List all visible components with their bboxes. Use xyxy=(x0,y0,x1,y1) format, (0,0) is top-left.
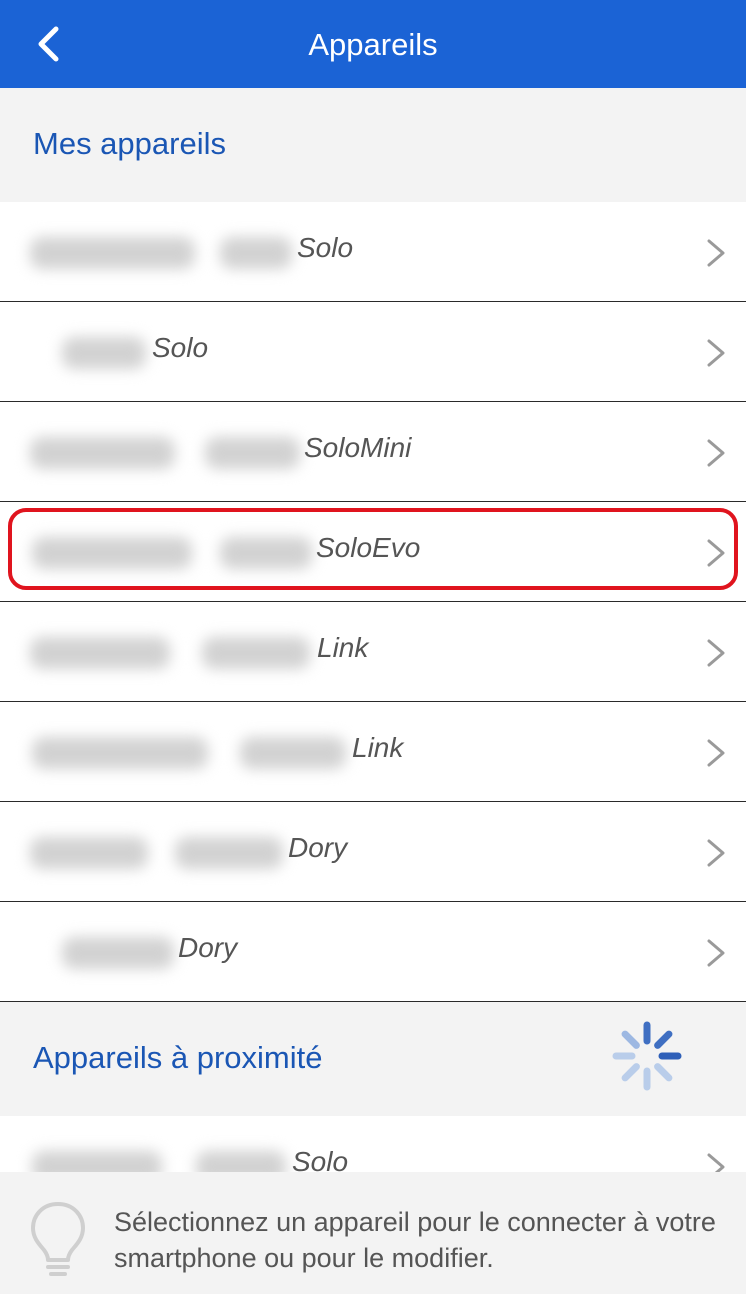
section-title-nearby-devices: Appareils à proximité xyxy=(33,1040,323,1075)
device-type: Solo xyxy=(152,332,209,363)
device-name-redacted xyxy=(30,437,175,469)
hint-text: Sélectionnez un appareil pour le connect… xyxy=(114,1207,716,1273)
device-serial-redacted xyxy=(220,237,292,269)
chevron-right-icon xyxy=(707,339,725,367)
chevron-right-icon xyxy=(707,639,725,667)
device-row[interactable]: Dory xyxy=(0,802,746,902)
section-title-my-devices: Mes appareils xyxy=(33,126,226,161)
header-bar: Appareils xyxy=(0,0,746,88)
device-row[interactable]: Link xyxy=(0,602,746,702)
device-serial-redacted xyxy=(202,637,310,669)
device-type: Link xyxy=(352,732,404,763)
device-row[interactable]: Link xyxy=(0,702,746,802)
loading-spinner-icon xyxy=(612,1021,682,1091)
device-name-redacted xyxy=(32,737,208,769)
device-row-selected[interactable]: SoloEvo xyxy=(0,502,746,602)
device-row[interactable]: SoloMini xyxy=(0,402,746,502)
lightbulb-icon xyxy=(31,1202,85,1276)
device-type: SoloEvo xyxy=(316,532,421,563)
device-serial-redacted xyxy=(220,537,312,569)
device-name-redacted xyxy=(30,237,195,269)
hint-footer: Sélectionnez un appareil pour le connect… xyxy=(0,1172,746,1294)
device-name-redacted xyxy=(32,537,192,569)
device-serial-redacted xyxy=(62,337,146,369)
chevron-right-icon xyxy=(707,239,725,267)
chevron-right-icon xyxy=(707,539,725,567)
device-type: SoloMini xyxy=(304,432,412,463)
device-serial-redacted xyxy=(175,837,283,869)
device-type: Solo xyxy=(297,232,354,263)
chevron-right-icon xyxy=(707,739,725,767)
chevron-right-icon xyxy=(707,939,725,967)
section-my-devices: Mes appareils xyxy=(0,88,746,202)
device-row[interactable]: Solo xyxy=(0,202,746,302)
device-serial-redacted xyxy=(205,437,300,469)
device-row[interactable]: Dory xyxy=(0,902,746,1002)
page-title: Appareils xyxy=(308,27,438,62)
chevron-right-icon xyxy=(707,439,725,467)
device-type: Link xyxy=(317,632,369,663)
chevron-right-icon xyxy=(707,839,725,867)
device-type: Dory xyxy=(178,932,238,963)
device-name-redacted xyxy=(30,637,170,669)
device-row[interactable]: Solo xyxy=(0,302,746,402)
device-type: Dory xyxy=(288,832,348,863)
device-serial-redacted xyxy=(240,737,346,769)
device-name-redacted xyxy=(30,837,148,869)
device-serial-redacted xyxy=(62,937,174,969)
